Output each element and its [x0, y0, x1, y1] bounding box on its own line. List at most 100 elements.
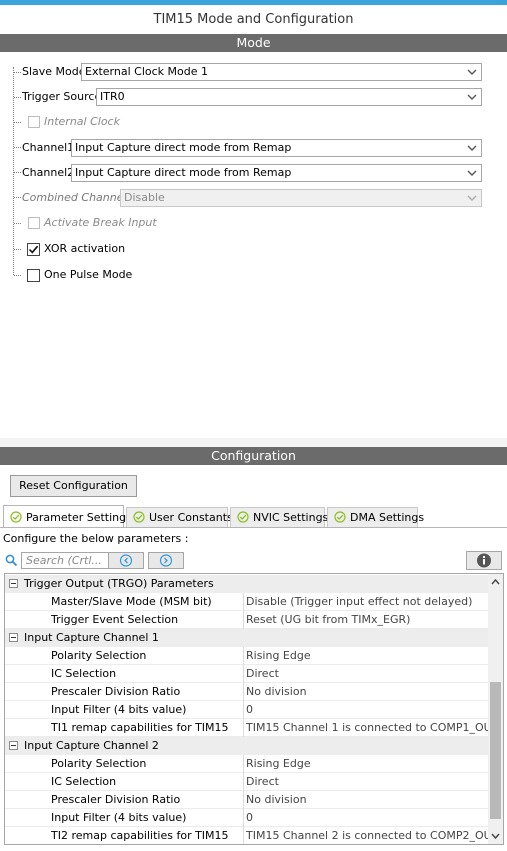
param-name: Prescaler Division Ratio: [51, 685, 181, 698]
column-divider: [243, 809, 244, 827]
table-row[interactable]: Input Filter (4 bits value) 0: [5, 701, 488, 719]
window-title: TIM15 Mode and Configuration: [153, 12, 354, 27]
tab-nvic-settings[interactable]: NVIC Settings: [230, 507, 328, 527]
param-value[interactable]: Rising Edge: [246, 755, 311, 773]
param-value[interactable]: Rising Edge: [246, 647, 311, 665]
table-row[interactable]: Master/Slave Mode (MSM bit) Disable (Tri…: [5, 593, 488, 611]
tab-label: User Constants: [149, 511, 233, 524]
next-icon: [159, 554, 173, 567]
channel2-select[interactable]: Input Capture direct mode from Remap: [71, 164, 482, 182]
scroll-up-icon[interactable]: [490, 577, 501, 587]
param-value[interactable]: No division: [246, 791, 307, 809]
activate-break-input-label: Activate Break Input: [44, 216, 157, 229]
info-button[interactable]: [466, 551, 502, 570]
param-value[interactable]: 0: [246, 809, 253, 827]
tree-branch: [14, 249, 21, 250]
previous-icon: [119, 554, 133, 567]
collapse-icon[interactable]: [9, 741, 18, 750]
channel1-value: Input Capture direct mode from Remap: [75, 141, 292, 154]
channel1-select[interactable]: Input Capture direct mode from Remap: [71, 139, 482, 157]
search-placeholder: Search (Crtl...: [26, 554, 102, 567]
scrollbar-thumb[interactable]: [490, 682, 501, 819]
param-value[interactable]: No division: [246, 683, 307, 701]
group-row[interactable]: Input Capture Channel 2: [5, 737, 488, 755]
search-icon: [5, 554, 18, 567]
previous-button[interactable]: [108, 552, 144, 569]
column-divider: [243, 683, 244, 701]
table-row[interactable]: Polarity Selection Rising Edge: [5, 647, 488, 665]
channel2-value: Input Capture direct mode from Remap: [75, 166, 292, 179]
next-button[interactable]: [148, 552, 184, 569]
group-title: Input Capture Channel 1: [24, 631, 159, 644]
tab-dma-settings[interactable]: DMA Settings: [327, 507, 424, 527]
tree-branch: [14, 223, 21, 224]
dropdown-arrow-icon: [467, 170, 477, 176]
param-name: Polarity Selection: [51, 649, 147, 662]
internal-clock-checkbox: [28, 116, 40, 128]
group-row[interactable]: Trigger Output (TRGO) Parameters: [5, 575, 488, 593]
reset-configuration-button[interactable]: Reset Configuration: [10, 475, 137, 497]
checkmark-icon: [10, 511, 22, 523]
group-row[interactable]: Input Capture Channel 1: [5, 629, 488, 647]
trigger-source-label: Trigger Source: [22, 90, 102, 103]
column-divider: [243, 791, 244, 809]
tab-label: Parameter Settings: [26, 511, 132, 524]
column-divider: [243, 647, 244, 665]
tab-parameter-settings[interactable]: Parameter Settings: [3, 505, 132, 528]
window-accent-bar: [0, 0, 507, 5]
column-divider: [243, 701, 244, 719]
param-value[interactable]: Direct: [246, 773, 279, 791]
param-value[interactable]: Reset (UG bit from TIMx_EGR): [246, 611, 410, 629]
column-divider: [243, 665, 244, 683]
trigger-source-select[interactable]: ITR0: [96, 88, 482, 106]
table-row[interactable]: Prescaler Division Ratio No division: [5, 683, 488, 701]
table-row[interactable]: TI1 remap capabilities for TIM15 TIM15 C…: [5, 719, 498, 737]
param-value[interactable]: 0: [246, 701, 253, 719]
tab-user-constants[interactable]: User Constants: [126, 507, 233, 527]
combined-channels-label: Combined Channels: [22, 191, 133, 204]
param-name: Input Filter (4 bits value): [51, 703, 187, 716]
table-row[interactable]: Polarity Selection Rising Edge: [5, 755, 488, 773]
dropdown-arrow-icon: [467, 69, 477, 75]
checkmark-icon: [133, 511, 145, 523]
checkmark-icon: [28, 245, 39, 254]
info-icon: [477, 553, 491, 568]
param-value[interactable]: Direct: [246, 665, 279, 683]
param-value[interactable]: TIM15 Channel 1 is connected to COMP1_OU…: [246, 719, 498, 737]
tree-branch: [14, 122, 21, 123]
param-name: Input Filter (4 bits value): [51, 811, 187, 824]
collapse-icon[interactable]: [9, 579, 18, 588]
param-name: IC Selection: [51, 667, 117, 680]
table-row[interactable]: TI2 remap capabilities for TIM15 TIM15 C…: [5, 827, 498, 844]
xor-activation-checkbox[interactable]: [27, 243, 40, 256]
column-divider: [243, 755, 244, 773]
table-row[interactable]: Trigger Event Selection Reset (UG bit fr…: [5, 611, 488, 629]
table-row[interactable]: IC Selection Direct: [5, 773, 488, 791]
scroll-down-icon[interactable]: [490, 831, 501, 841]
one-pulse-mode-checkbox[interactable]: [27, 269, 40, 282]
activate-break-input-checkbox: [28, 217, 40, 229]
channel1-label: Channel1: [22, 141, 75, 154]
dropdown-arrow-icon: [467, 145, 477, 151]
search-input[interactable]: Search (Crtl...: [21, 552, 117, 569]
one-pulse-mode-label[interactable]: One Pulse Mode: [44, 267, 132, 283]
splitter[interactable]: [0, 438, 507, 447]
tree-branch: [14, 72, 21, 73]
combined-channels-value: Disable: [124, 191, 165, 204]
param-name: IC Selection: [51, 775, 117, 788]
slave-mode-select[interactable]: External Clock Mode 1: [81, 63, 482, 81]
table-row[interactable]: IC Selection Direct: [5, 665, 488, 683]
param-name: Trigger Event Selection: [51, 613, 179, 626]
tree-branch: [14, 197, 21, 198]
param-name: Polarity Selection: [51, 757, 147, 770]
column-divider: [243, 719, 244, 737]
param-value[interactable]: Disable (Trigger input effect not delaye…: [246, 593, 472, 611]
table-row[interactable]: Input Filter (4 bits value) 0: [5, 809, 488, 827]
param-name: Prescaler Division Ratio: [51, 793, 181, 806]
table-row[interactable]: Prescaler Division Ratio No division: [5, 791, 488, 809]
param-name: Master/Slave Mode (MSM bit): [51, 595, 212, 608]
collapse-icon[interactable]: [9, 633, 18, 642]
param-value[interactable]: TIM15 Channel 2 is connected to COMP2_OU…: [246, 827, 498, 844]
xor-activation-label[interactable]: XOR activation: [44, 241, 125, 257]
checkmark-icon: [334, 511, 346, 523]
